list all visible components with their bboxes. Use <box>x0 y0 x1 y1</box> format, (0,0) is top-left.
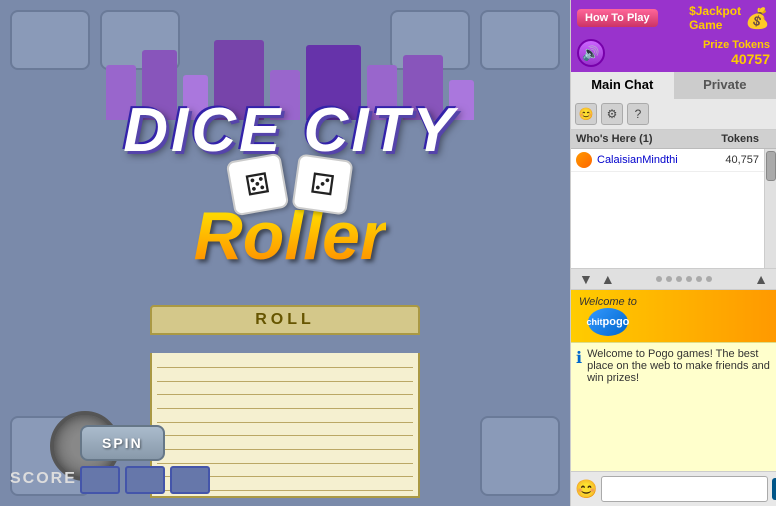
indicator-dot-5 <box>696 276 702 282</box>
score-label: SCORE <box>10 470 77 488</box>
whos-here-header: Who's Here (1) Tokens <box>571 130 776 149</box>
tab-main-chat[interactable]: Main Chat <box>571 72 674 99</box>
die-1: ⚄ <box>226 153 290 217</box>
toolbar-emote-button[interactable]: 😊 <box>575 103 597 125</box>
score-line <box>157 440 413 450</box>
roll-label: ROLL <box>150 305 420 335</box>
prize-tokens-section: Prize Tokens 40757 <box>703 39 770 67</box>
pogo-logo: chit pogo <box>588 308 628 336</box>
logo-container: DICE CITY ⚄ ⚂ Roller <box>60 0 520 310</box>
scroll-right-arrow[interactable]: ▲ <box>750 271 772 287</box>
score-line <box>157 454 413 464</box>
user-tokens: 40,757 <box>725 154 759 166</box>
game-title: DICE CITY <box>123 100 457 162</box>
welcome-text: Welcome to Pogo games! The best place on… <box>587 348 771 384</box>
toolbar-settings-button[interactable]: ⚙ <box>601 103 623 125</box>
score-line <box>157 426 413 436</box>
jackpot-game-label: $JackpotGame <box>689 4 741 32</box>
score-line <box>157 358 413 368</box>
whos-here-label: Who's Here (1) <box>571 130 704 148</box>
die-2: ⚂ <box>291 153 353 215</box>
scroll-thumb[interactable] <box>766 151 776 181</box>
user-avatar <box>576 152 592 168</box>
dollar-sign-icon: 💰 <box>745 6 770 31</box>
chat-input-area: 😊 SEND <box>571 471 776 506</box>
toolbar-help-button[interactable]: ? <box>627 103 649 125</box>
dot-indicator <box>619 276 750 282</box>
user-row: CalaisianMindthi 40,757 <box>571 149 764 172</box>
score-line <box>157 399 413 409</box>
scroll-up-arrow[interactable]: ▲ <box>597 271 619 287</box>
scroll-track[interactable] <box>764 149 776 268</box>
user-list: CalaisianMindthi 40,757 <box>571 149 764 268</box>
score-box-3 <box>170 466 210 494</box>
chat-panel: How To Play $JackpotGame 💰 🔊 Prize Token… <box>570 0 776 506</box>
grid-cell-bottom-2 <box>480 416 560 496</box>
score-boxes <box>80 466 210 494</box>
user-name: CalaisianMindthi <box>597 154 725 166</box>
chat-toolbar: 😊 ⚙ ? <box>571 99 776 130</box>
chat-input[interactable] <box>601 476 768 502</box>
game-area: DICE CITY ⚄ ⚂ Roller ROLL <box>0 0 570 506</box>
indicator-dot-2 <box>666 276 672 282</box>
how-to-play-button[interactable]: How To Play <box>577 9 658 27</box>
spin-button[interactable]: SPIN <box>80 425 165 461</box>
indicator-dot-1 <box>656 276 662 282</box>
emoji-button[interactable]: 😊 <box>575 479 597 500</box>
score-line <box>157 372 413 382</box>
indicator-dot-3 <box>676 276 682 282</box>
tokens-col-label: Tokens <box>704 130 764 148</box>
welcome-text-top: Welcome to <box>579 296 637 308</box>
welcome-banner: Welcome to chit pogo <box>571 290 776 342</box>
user-list-container: CalaisianMindthi 40,757 <box>571 149 776 268</box>
score-line <box>157 385 413 395</box>
score-box-1 <box>80 466 120 494</box>
chat-tabs: Main Chat Private <box>571 72 776 99</box>
indicator-dot-4 <box>686 276 692 282</box>
welcome-message: ℹ Welcome to Pogo games! The best place … <box>571 342 776 472</box>
send-button[interactable]: SEND <box>772 478 776 500</box>
info-icon: ℹ <box>576 348 582 384</box>
scroll-arrows-row: ▼ ▲ ▲ <box>571 268 776 290</box>
dice-area: ⚄ ⚂ <box>230 157 350 212</box>
pogo-label: pogo <box>603 316 630 328</box>
prize-tokens-label: Prize Tokens <box>703 39 770 51</box>
volume-button[interactable]: 🔊 <box>577 39 605 67</box>
score-box-2 <box>125 466 165 494</box>
welcome-logo: Welcome to chit pogo <box>579 296 637 336</box>
scroll-down-arrow[interactable]: ▼ <box>575 271 597 287</box>
indicator-dot-6 <box>706 276 712 282</box>
score-line <box>157 413 413 423</box>
prize-tokens-value: 40757 <box>703 51 770 67</box>
tab-private[interactable]: Private <box>674 72 776 99</box>
game-subtitle: Roller <box>194 202 387 270</box>
chit-label: chit <box>586 317 602 327</box>
